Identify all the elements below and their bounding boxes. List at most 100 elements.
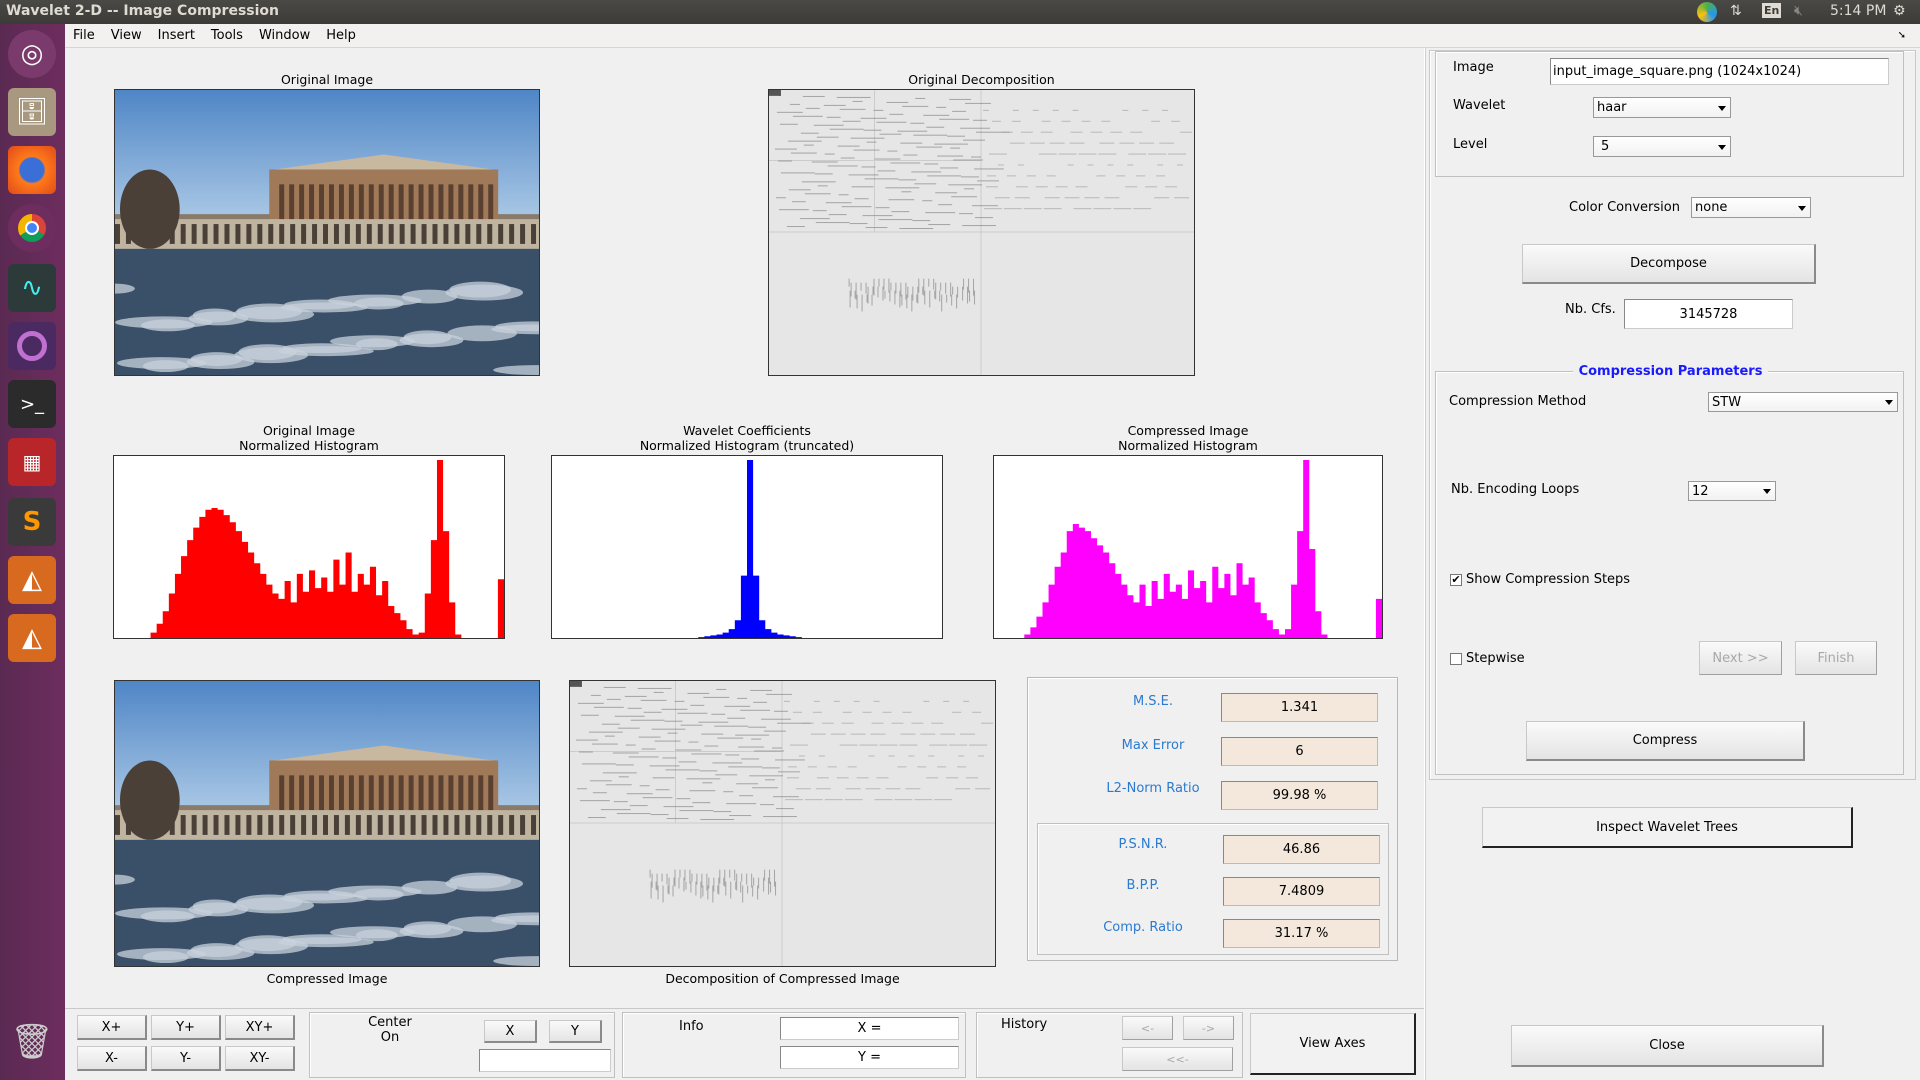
- max-error-value: 6: [1221, 737, 1378, 766]
- compressed-image-axes[interactable]: [114, 680, 540, 967]
- image-field[interactable]: input_image_square.png (1024x1024): [1550, 58, 1889, 85]
- center-x-button[interactable]: X: [484, 1020, 537, 1043]
- compression-parameters-title: Compression Parameters: [1572, 364, 1769, 379]
- axes-title-line: Normalized Histogram (truncated): [639, 438, 855, 453]
- encoding-loops-label: Nb. Encoding Loops: [1451, 482, 1580, 497]
- wavelet-select[interactable]: haar: [1593, 97, 1731, 118]
- finish-button[interactable]: Finish: [1795, 641, 1877, 675]
- compression-parameters-title-wrap: Compression Parameters: [1436, 364, 1905, 379]
- view-axes-button[interactable]: View Axes: [1250, 1013, 1416, 1075]
- system-monitor-icon[interactable]: ∿: [8, 264, 56, 312]
- history-first-button[interactable]: <<-: [1122, 1047, 1233, 1071]
- compressed-histogram-axes[interactable]: [993, 455, 1383, 639]
- show-steps-checkbox[interactable]: ✔: [1450, 574, 1462, 586]
- photo-image: [115, 681, 539, 966]
- compression-results-group: P.S.N.R. 46.86 B.P.P. 7.4809 Comp. Ratio…: [1037, 823, 1389, 955]
- menu-window[interactable]: Window: [251, 24, 318, 43]
- compression-method-label: Compression Method: [1449, 394, 1587, 409]
- network-icon[interactable]: ⇅: [1730, 3, 1742, 19]
- files-icon[interactable]: 🗄︎: [8, 88, 56, 136]
- comp-ratio-label: Comp. Ratio: [1103, 920, 1183, 935]
- encoding-loops-select[interactable]: 12: [1688, 481, 1776, 501]
- image-settings-group: Image input_image_square.png (1024x1024)…: [1435, 51, 1904, 177]
- volume-muted-icon[interactable]: 🔇︎: [1794, 3, 1803, 19]
- sublime-text-icon[interactable]: S: [8, 498, 56, 546]
- history-forward-button[interactable]: ->: [1183, 1016, 1234, 1040]
- x-minus-button[interactable]: X-: [77, 1046, 147, 1071]
- compress-button[interactable]: Compress: [1526, 721, 1805, 761]
- mse-label: M.S.E.: [1132, 694, 1174, 709]
- menu-tools[interactable]: Tools: [203, 24, 251, 43]
- stepwise-checkbox[interactable]: [1450, 653, 1462, 665]
- matlab-icon[interactable]: ◭: [8, 556, 56, 604]
- inspect-wavelet-trees-button[interactable]: Inspect Wavelet Trees: [1482, 807, 1853, 848]
- menu-bar: File View Insert Tools Window Help ➘: [65, 24, 1920, 48]
- info-group: Info X = Y =: [622, 1012, 966, 1078]
- psnr-value: 46.86: [1223, 835, 1380, 864]
- axes-title: Decomposition of Compressed Image: [665, 971, 900, 986]
- terminal-icon[interactable]: >_: [8, 380, 56, 428]
- nb-cfs-label: Nb. Cfs.: [1565, 302, 1616, 317]
- center-value-input[interactable]: [479, 1049, 611, 1072]
- xy-minus-button[interactable]: XY-: [225, 1046, 295, 1071]
- level-select[interactable]: 5: [1593, 136, 1731, 157]
- histogram-bars: [552, 459, 942, 638]
- axes-title-line: Wavelet Coefficients: [683, 423, 811, 438]
- matlab-icon[interactable]: ◭: [8, 614, 56, 662]
- y-plus-button[interactable]: Y+: [151, 1015, 221, 1040]
- axes-title-line: Original Image: [262, 423, 356, 438]
- axes-title-line: Normalized Histogram: [239, 438, 379, 453]
- menu-help[interactable]: Help: [318, 24, 364, 43]
- info-y-field: Y =: [780, 1046, 959, 1069]
- launcher: ◎ 🗄︎ ∿ >_ ▦ S ◭ ◭ 🗑︎: [0, 24, 65, 1080]
- compressed-decomposition-axes[interactable]: [569, 680, 996, 967]
- axes-title: Compressed Image Normalized Histogram: [993, 423, 1383, 453]
- menu-view[interactable]: View: [103, 24, 150, 43]
- axes-title-line: Compressed Image: [1127, 423, 1249, 438]
- history-back-button[interactable]: <-: [1122, 1016, 1173, 1040]
- decomposition-image: [769, 90, 1194, 375]
- x-plus-button[interactable]: X+: [77, 1015, 147, 1040]
- center-y-button[interactable]: Y: [549, 1020, 602, 1043]
- decomposition-image: [570, 681, 995, 966]
- clock[interactable]: 5:14 PM: [1830, 3, 1886, 19]
- wavelet-selected-value: haar: [1597, 100, 1627, 115]
- next-button[interactable]: Next >>: [1699, 641, 1782, 675]
- show-steps-label: Show Compression Steps: [1466, 572, 1631, 587]
- compression-method-select[interactable]: STW: [1708, 392, 1898, 412]
- chrome-icon[interactable]: [8, 204, 56, 252]
- presentation-icon[interactable]: ▦: [8, 438, 56, 486]
- history-label: History: [1001, 1017, 1048, 1032]
- title-bar: Wavelet 2-D -- Image Compression ⇅ En 🔇︎…: [0, 0, 1920, 24]
- original-decomposition-axes[interactable]: [768, 89, 1195, 376]
- original-image-axes[interactable]: [114, 89, 540, 376]
- close-button[interactable]: Close: [1511, 1025, 1824, 1067]
- nb-cfs-field: 3145728: [1624, 299, 1793, 329]
- xy-plus-button[interactable]: XY+: [225, 1015, 295, 1040]
- menu-insert[interactable]: Insert: [150, 24, 203, 43]
- app-icon[interactable]: [8, 322, 56, 370]
- original-histogram-axes[interactable]: [113, 455, 505, 639]
- chrome-tray-icon[interactable]: [1697, 2, 1717, 22]
- axes-title: Original Image Normalized Histogram: [113, 423, 505, 453]
- settings-gear-icon[interactable]: ⚙: [1893, 3, 1906, 19]
- level-selected-value: 5: [1601, 139, 1610, 154]
- ubuntu-dash-icon[interactable]: ◎: [8, 30, 56, 78]
- results-panel: M.S.E. 1.341 Max Error 6 L2-Norm Ratio 9…: [1027, 677, 1398, 961]
- axes-title: Original Image: [280, 72, 374, 87]
- decompose-button[interactable]: Decompose: [1522, 244, 1816, 284]
- axes-title-line: Normalized Histogram: [1118, 438, 1258, 453]
- menu-file[interactable]: File: [65, 24, 103, 43]
- coefficients-histogram-axes[interactable]: [551, 455, 943, 639]
- trash-icon[interactable]: 🗑︎: [8, 1018, 56, 1066]
- menu-dock-arrow-icon[interactable]: ➘: [1890, 26, 1914, 41]
- color-conversion-select[interactable]: none: [1691, 197, 1811, 218]
- color-conversion-label: Color Conversion: [1569, 200, 1680, 215]
- axes-title: Original Decomposition: [908, 72, 1055, 87]
- mse-value: 1.341: [1221, 693, 1378, 722]
- keyboard-indicator[interactable]: En: [1762, 3, 1782, 18]
- compression-method-selected-value: STW: [1712, 394, 1742, 410]
- firefox-icon[interactable]: [8, 146, 56, 194]
- l2-norm-label: L2-Norm Ratio: [1106, 781, 1200, 796]
- y-minus-button[interactable]: Y-: [151, 1046, 221, 1071]
